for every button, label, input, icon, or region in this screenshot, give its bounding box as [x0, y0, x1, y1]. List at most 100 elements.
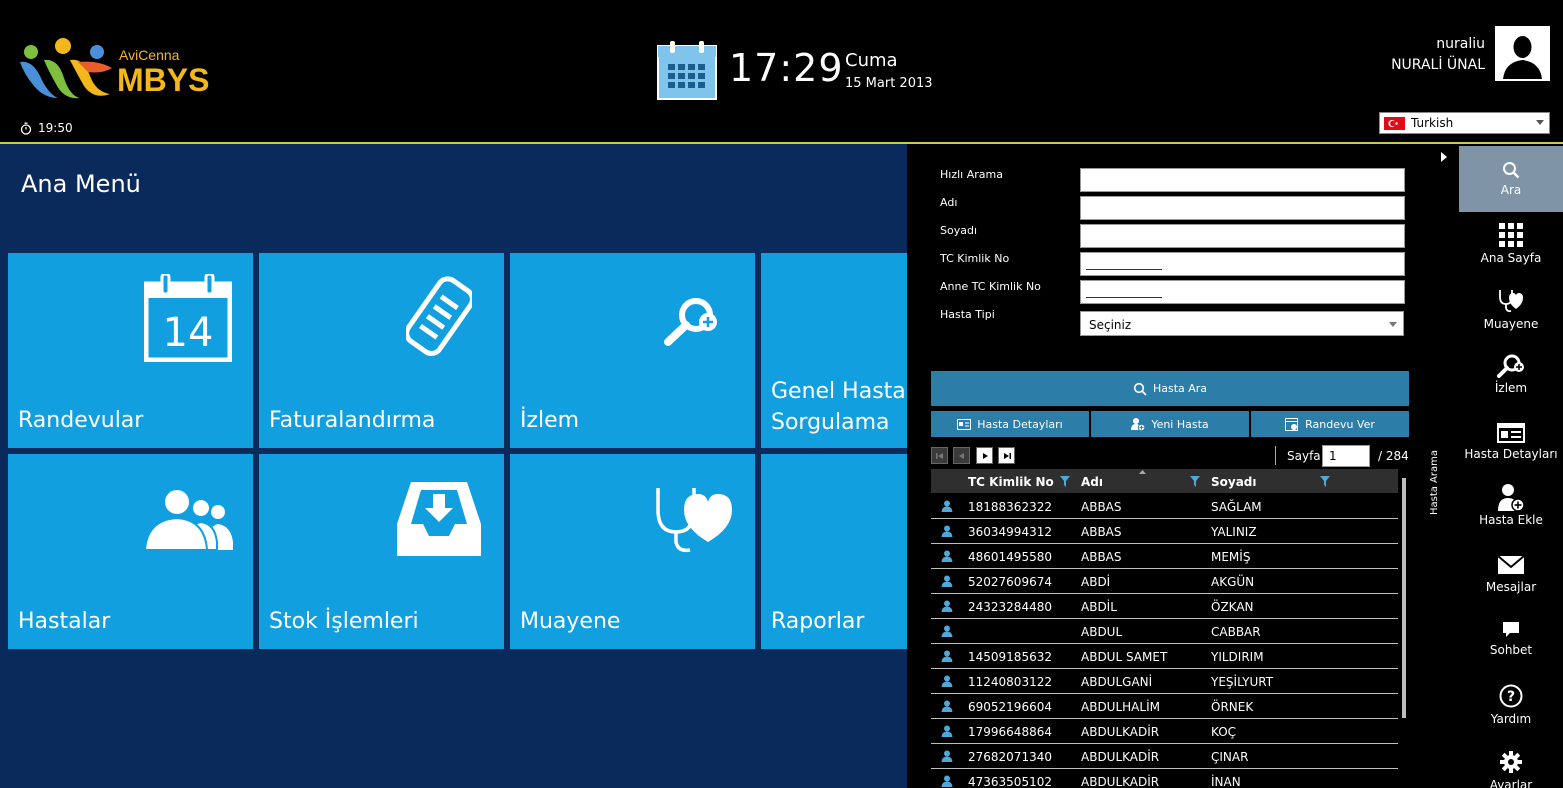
table-row[interactable]: 14509185632 ABDUL SAMET YILDIRIM	[931, 644, 1398, 669]
sort-asc-icon	[1139, 470, 1146, 474]
patient-search-button[interactable]: Hasta Ara	[931, 371, 1409, 406]
table-row[interactable]: 69052196604 ABDULHALİM ÖRNEK	[931, 694, 1398, 719]
gear-icon	[1500, 751, 1522, 773]
sidebar-item-yardim[interactable]: ? Yardım	[1459, 674, 1563, 740]
svg-text:?: ?	[1507, 689, 1515, 705]
table-row[interactable]: 24323284480 ABDİL ÖZKAN	[931, 594, 1398, 619]
side-tab-hasta-arama[interactable]: Hasta Arama	[1429, 447, 1452, 527]
table-row[interactable]: 11240803122 ABDULGANİ YEŞİLYURT	[931, 669, 1398, 694]
first-page-button[interactable]	[931, 447, 948, 464]
new-patient-button[interactable]: Yeni Hasta	[1091, 411, 1249, 437]
last-page-button[interactable]	[998, 447, 1015, 464]
envelope-icon	[1497, 555, 1525, 574]
tile-faturalandirma[interactable]: Faturalandırma	[259, 253, 504, 448]
tile-label: Raporlar	[771, 609, 865, 634]
patient-type-select[interactable]: Seçiniz	[1080, 311, 1404, 336]
cell-last-name: CABBAR	[1211, 625, 1261, 639]
new-patient-label: Yeni Hasta	[1151, 417, 1209, 431]
cell-last-name: SAĞLAM	[1211, 500, 1262, 514]
table-row[interactable]: 36034994312 ABBAS YALINIZ	[931, 519, 1398, 544]
tile-izlem[interactable]: İzlem	[510, 253, 755, 448]
sidebar-item-ayarlar[interactable]: Ayarlar	[1459, 740, 1563, 788]
cell-last-name: AKGÜN	[1211, 575, 1255, 589]
prev-page-button[interactable]	[953, 447, 970, 464]
sidebar-item-muayene[interactable]: Muayene	[1459, 278, 1563, 344]
patients-group-icon	[143, 488, 233, 550]
filter-icon[interactable]	[1320, 476, 1330, 487]
page-number-input[interactable]: 1	[1322, 445, 1370, 467]
cell-first-name: ABDİ	[1081, 575, 1111, 589]
cell-first-name: ABDULGANİ	[1081, 675, 1153, 689]
col-surname-header[interactable]: Soyadı	[1211, 475, 1257, 489]
chevron-down-icon	[1536, 120, 1544, 125]
app-header: AviCenna MBYS 19:50 17:29 Cuma 15 Mart 2…	[0, 0, 1563, 142]
patient-icon	[941, 675, 953, 687]
stethoscope-icon	[1499, 290, 1523, 313]
patient-icon	[941, 550, 953, 562]
side-tab-label: Hasta Arama	[1429, 449, 1441, 516]
panel-collapse-arrow-icon[interactable]	[1441, 152, 1447, 162]
patient-icon	[941, 725, 953, 737]
language-select[interactable]: Turkish	[1379, 112, 1550, 134]
id-card-icon	[1497, 423, 1525, 443]
table-row[interactable]: 47363505102 ABDULKADİR İNAN	[931, 769, 1398, 788]
avatar[interactable]	[1495, 26, 1550, 81]
table-row[interactable]: 52027609674 ABDİ AKGÜN	[931, 569, 1398, 594]
search-icon	[1503, 162, 1520, 179]
first-name-label: Adı	[940, 196, 958, 209]
current-date: 15 Mart 2013	[845, 76, 933, 91]
give-appointment-button[interactable]: Randevu Ver	[1251, 411, 1409, 437]
sidebar-item-izlem[interactable]: İzlem	[1459, 344, 1563, 410]
tile-raporlar[interactable]: Raporlar	[761, 454, 907, 649]
grid-scrollbar[interactable]	[1402, 478, 1406, 718]
sidebar-item-hasta-ekle[interactable]: Hasta Ekle	[1459, 476, 1563, 542]
tile-stok-islemleri[interactable]: Stok İşlemleri	[259, 454, 504, 649]
patient-icon	[941, 500, 953, 512]
table-row[interactable]: 48601495580 ABBAS MEMİŞ	[931, 544, 1398, 569]
cell-last-name: ÖRNEK	[1211, 700, 1254, 714]
tile-randevular[interactable]: 14 Randevular	[8, 253, 253, 448]
tile-hastalar[interactable]: Hastalar	[8, 454, 253, 649]
sidebar-item-sohbet[interactable]: Sohbet	[1459, 608, 1563, 674]
table-row[interactable]: 17996648864 ABDULKADİR KOÇ	[931, 719, 1398, 744]
main-menu-panel: Ana Menü 14 Randevular Faturalandırma İz…	[0, 144, 907, 788]
table-row[interactable]: 18188362322 ABBAS SAĞLAM	[931, 494, 1398, 519]
chat-icon	[1503, 622, 1519, 637]
next-page-button[interactable]	[976, 447, 993, 464]
table-row[interactable]: ABDUL CABBAR	[931, 619, 1398, 644]
patient-icon	[941, 750, 953, 762]
cell-tc-no: 14509185632	[968, 650, 1052, 664]
prev-page-icon	[958, 452, 964, 459]
col-tc-header[interactable]: TC Kimlik No	[968, 475, 1054, 489]
sidebar-item-ana-sayfa[interactable]: Ana Sayfa	[1459, 212, 1563, 278]
quick-search-input[interactable]	[1080, 168, 1405, 192]
sidebar-item-mesajlar[interactable]: Mesajlar	[1459, 542, 1563, 608]
tile-muayene[interactable]: Muayene	[510, 454, 755, 649]
patient-icon	[941, 700, 953, 712]
sidebar-item-label: Sohbet	[1489, 643, 1533, 657]
right-sidebar: Ara Ana Sayfa Muayene İzlem Hasta Detayl…	[1459, 144, 1563, 788]
tile-genel-hasta-sorgulama[interactable]: Genel Hasta Sorgulama	[761, 253, 907, 448]
last-name-input[interactable]	[1080, 224, 1405, 248]
tile-label: Muayene	[520, 609, 621, 634]
tc-no-input[interactable]	[1080, 252, 1405, 276]
grid-icon	[1499, 223, 1523, 247]
patient-grid: TC Kimlik No Adı Soyadı 18188362322 ABBAS…	[931, 469, 1398, 788]
tile-label: Hastalar	[18, 609, 111, 634]
col-name-header[interactable]: Adı	[1081, 475, 1103, 489]
filter-icon[interactable]	[1060, 476, 1070, 487]
sidebar-item-label: Yardım	[1490, 712, 1532, 726]
sidebar-item-hasta-detaylari[interactable]: Hasta Detayları	[1459, 410, 1563, 476]
table-row[interactable]: 27682071340 ABDULKADİR ÇINAR	[931, 744, 1398, 769]
patient-icon	[941, 650, 953, 662]
patient-type-value: Seçiniz	[1089, 318, 1132, 332]
filter-icon[interactable]	[1190, 476, 1200, 487]
sidebar-item-ara[interactable]: Ara	[1459, 146, 1563, 212]
session-time-text: 19:50	[38, 121, 73, 135]
first-name-input[interactable]	[1080, 196, 1405, 220]
patient-details-button[interactable]: Hasta Detayları	[931, 411, 1089, 437]
help-icon: ?	[1499, 684, 1523, 708]
cell-last-name: KOÇ	[1211, 725, 1237, 739]
mother-tc-no-input[interactable]	[1080, 280, 1405, 304]
cell-tc-no: 17996648864	[968, 725, 1052, 739]
